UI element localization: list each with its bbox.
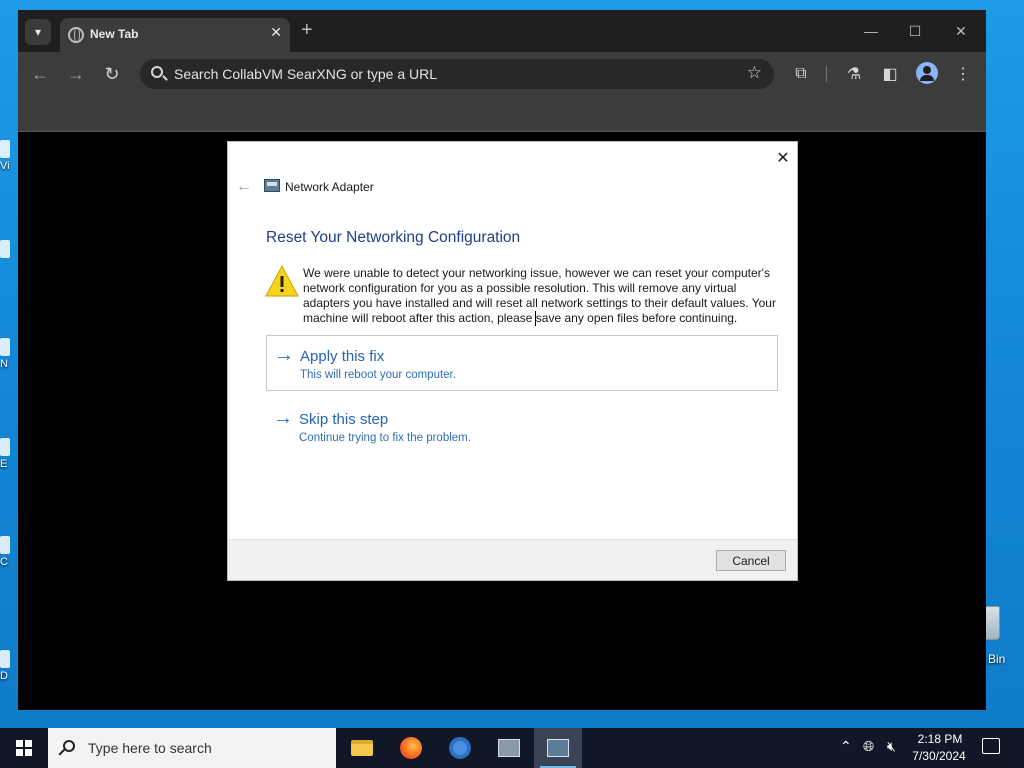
dialog-back-arrow-icon[interactable]: ←: [236, 178, 252, 196]
notification-icon[interactable]: [982, 738, 1000, 754]
desktop-icon-label: C: [0, 556, 8, 568]
browser-titlebar: ▾ New Tab ✕ + — ☐ ✕: [18, 10, 986, 52]
recycle-bin-label: Bin: [988, 652, 1006, 666]
option-subtitle: Continue trying to fix the problem.: [299, 432, 471, 444]
apply-fix-option[interactable]: → Apply this fix This will reboot your c…: [266, 335, 778, 391]
maximize-button[interactable]: ☐: [900, 18, 930, 44]
desktop-icon-label: D: [0, 670, 8, 682]
side-panel-icon[interactable]: ◧: [878, 62, 902, 86]
desktop-icon[interactable]: N: [0, 338, 20, 370]
cancel-button[interactable]: Cancel: [716, 550, 786, 571]
network-app-button[interactable]: [485, 728, 533, 768]
app-icon: [0, 536, 10, 554]
skip-step-option[interactable]: → Skip this step Continue trying to fix …: [266, 399, 778, 455]
app-icon: [0, 240, 10, 258]
dialog-message: We were unable to detect your networking…: [303, 266, 776, 325]
text-cursor-icon: [535, 311, 536, 326]
browser-tab[interactable]: New Tab ✕: [60, 18, 290, 52]
toolbar-divider: [826, 66, 827, 82]
forward-button[interactable]: →: [64, 62, 88, 86]
search-icon: [151, 66, 163, 78]
app-icon: [0, 438, 10, 456]
search-icon: [63, 740, 75, 752]
network-adapter-taskbar-button[interactable]: [534, 728, 582, 768]
volume-muted-icon[interactable]: 🔇︎: [887, 738, 896, 755]
option-title: Skip this step: [299, 411, 389, 428]
close-window-button[interactable]: ✕: [946, 18, 976, 44]
address-bar[interactable]: Search CollabVM SearXNG or type a URL ☆: [140, 59, 774, 89]
firefox-icon: [400, 737, 422, 759]
arrow-right-icon: →: [274, 344, 294, 366]
desktop-icon-label: N: [0, 358, 8, 370]
folder-icon: [351, 740, 373, 756]
tab-search-button[interactable]: ▾: [25, 19, 51, 45]
clock-date[interactable]: 7/30/2024: [906, 749, 972, 763]
profile-avatar-icon[interactable]: [916, 62, 938, 84]
taskbar-search-box[interactable]: Type here to search: [48, 728, 336, 768]
chevron-up-icon[interactable]: ⌃: [840, 738, 852, 755]
reload-icon: ↻: [104, 63, 120, 84]
dialog-app-title: Network Adapter: [285, 180, 374, 194]
warning-icon: [265, 265, 299, 297]
globe-icon: [68, 27, 84, 43]
network-adapter-dialog: ✕ ← Network Adapter Reset Your Networkin…: [227, 141, 798, 581]
bookmark-star-icon[interactable]: ☆: [747, 63, 762, 83]
network-computer-icon: [498, 739, 520, 757]
option-subtitle: This will reboot your computer.: [300, 369, 456, 381]
network-adapter-icon: [547, 739, 569, 757]
start-button[interactable]: [0, 728, 48, 768]
labs-flask-icon[interactable]: ⚗: [842, 62, 866, 86]
option-title: Apply this fix: [300, 348, 385, 365]
dialog-footer: Cancel: [228, 539, 797, 580]
windows-logo-icon: [16, 740, 32, 756]
extensions-icon[interactable]: ⧉: [789, 62, 813, 86]
chrome-icon: [449, 737, 471, 759]
taskbar: Type here to search ⌃ 🌐︎ 🔇︎ 2:18 PM 7/30…: [0, 728, 1024, 768]
desktop-icon[interactable]: C: [0, 536, 20, 568]
tab-close-button[interactable]: ✕: [270, 24, 282, 41]
arrow-right-icon: →: [67, 63, 85, 84]
desktop-icon[interactable]: E: [0, 438, 20, 470]
desktop-icon-label: E: [0, 458, 8, 470]
globe-network-icon[interactable]: 🌐︎: [863, 738, 874, 755]
network-adapter-icon: [264, 179, 280, 192]
browser-toolbar: ← → ↻ Search CollabVM SearXNG or type a …: [18, 52, 986, 96]
arrow-left-icon: ←: [31, 63, 49, 84]
app-icon: [0, 338, 10, 356]
taskbar-search-placeholder: Type here to search: [88, 740, 212, 756]
chevron-down-icon: ▾: [34, 25, 42, 39]
reload-button[interactable]: ↻: [100, 62, 124, 86]
desktop-icon[interactable]: [0, 240, 20, 258]
minimize-button[interactable]: —: [856, 18, 886, 44]
tab-title: New Tab: [90, 27, 139, 41]
app-icon: [0, 650, 10, 668]
app-icon: [0, 140, 10, 158]
file-explorer-button[interactable]: [338, 728, 386, 768]
new-tab-button[interactable]: +: [301, 19, 313, 42]
dialog-close-button[interactable]: ✕: [774, 149, 792, 167]
back-button[interactable]: ←: [28, 62, 52, 86]
chrome-button[interactable]: [436, 728, 484, 768]
firefox-button[interactable]: [387, 728, 435, 768]
desktop-icon-label: Vi: [0, 160, 10, 172]
desktop-icon[interactable]: Vi: [0, 140, 20, 172]
address-bar-placeholder: Search CollabVM SearXNG or type a URL: [174, 66, 437, 82]
dialog-heading: Reset Your Networking Configuration: [266, 229, 521, 246]
bookmarks-bar: [18, 96, 986, 132]
menu-kebab-icon[interactable]: ⋮: [951, 62, 975, 86]
arrow-right-icon: →: [273, 407, 293, 429]
desktop-icon[interactable]: D: [0, 650, 20, 682]
clock-time[interactable]: 2:18 PM: [912, 732, 968, 746]
